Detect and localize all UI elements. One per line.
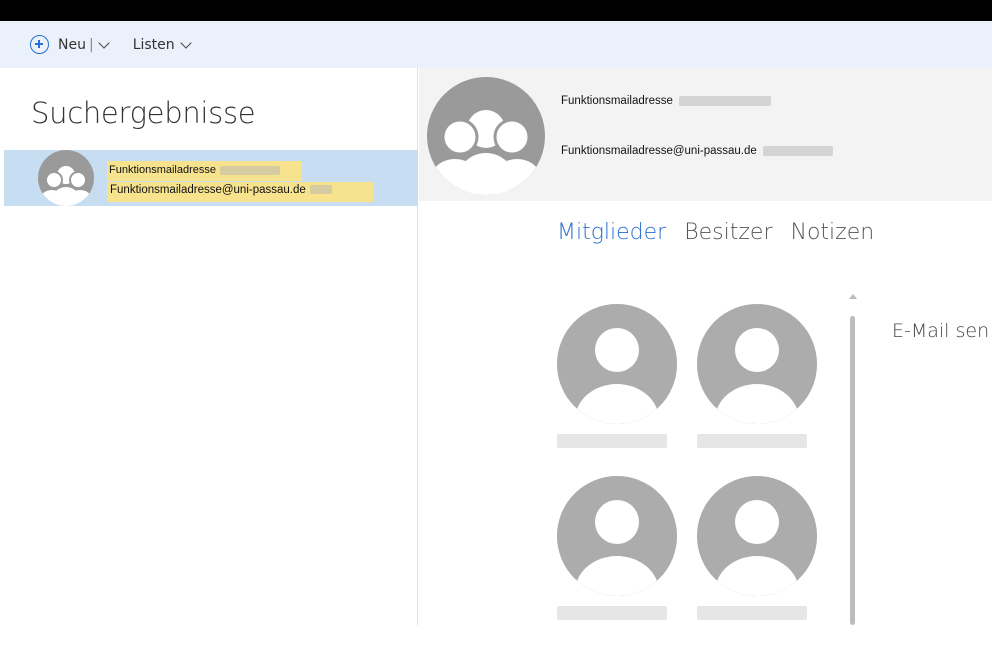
- person-icon: [557, 304, 677, 424]
- member-name-redacted: [697, 606, 807, 620]
- redacted-text: [309, 185, 332, 195]
- result-name: Funktionsmailadresse: [107, 161, 302, 181]
- person-icon: [557, 476, 677, 596]
- toolbar-separator: |: [88, 36, 94, 53]
- member-tile[interactable]: [697, 476, 817, 646]
- group-icon: [38, 150, 94, 206]
- redacted-text: [678, 95, 771, 106]
- detail-header: Funktionsmailadresse Funktionsmailadress…: [419, 68, 992, 201]
- scroll-up-arrow-icon[interactable]: [849, 294, 857, 299]
- member-name-redacted: [557, 606, 667, 620]
- search-results-title: Suchergebnisse: [31, 96, 256, 130]
- scrollbar-thumb[interactable]: [850, 316, 855, 625]
- group-icon: [427, 77, 545, 195]
- search-result-item[interactable]: Funktionsmailadresse Funktionsmailadress…: [4, 150, 418, 206]
- member-tile[interactable]: [697, 304, 817, 474]
- tab-owners[interactable]: Besitzer: [684, 220, 772, 245]
- result-email: Funktionsmailadresse@uni-passau.de: [107, 182, 374, 202]
- tab-members[interactable]: Mitglieder: [557, 220, 666, 245]
- member-tile[interactable]: [557, 476, 677, 646]
- detail-pane: Funktionsmailadresse Funktionsmailadress…: [419, 68, 992, 625]
- window-top-bar: [0, 0, 992, 21]
- search-results-pane: Suchergebnisse Funktionsmailadresse Funk…: [0, 68, 418, 625]
- member-name-redacted: [697, 434, 807, 448]
- new-button-label: Neu: [58, 36, 86, 53]
- tab-notes[interactable]: Notizen: [791, 220, 875, 245]
- member-name-redacted: [557, 434, 667, 448]
- plus-circle-icon: [30, 35, 49, 54]
- redacted-text: [762, 145, 833, 156]
- members-scrollbar[interactable]: [849, 294, 857, 625]
- lists-button-label: Listen: [132, 36, 175, 53]
- person-icon: [697, 476, 817, 596]
- person-icon: [697, 304, 817, 424]
- detail-name: Funktionsmailadresse: [561, 95, 771, 107]
- lists-button[interactable]: Listen: [132, 36, 192, 53]
- lists-chevron-icon: [179, 36, 192, 49]
- detail-tabs: Mitglieder Besitzer Notizen: [557, 220, 874, 245]
- send-email-action[interactable]: E-Mail sen: [892, 320, 989, 342]
- toolbar: Neu | Listen: [0, 21, 992, 68]
- member-tile[interactable]: [557, 304, 677, 474]
- redacted-text: [220, 165, 280, 175]
- new-button[interactable]: Neu |: [30, 35, 110, 54]
- new-dropdown-chevron-icon[interactable]: [98, 36, 110, 49]
- detail-email[interactable]: Funktionsmailadresse@uni-passau.de: [561, 145, 833, 157]
